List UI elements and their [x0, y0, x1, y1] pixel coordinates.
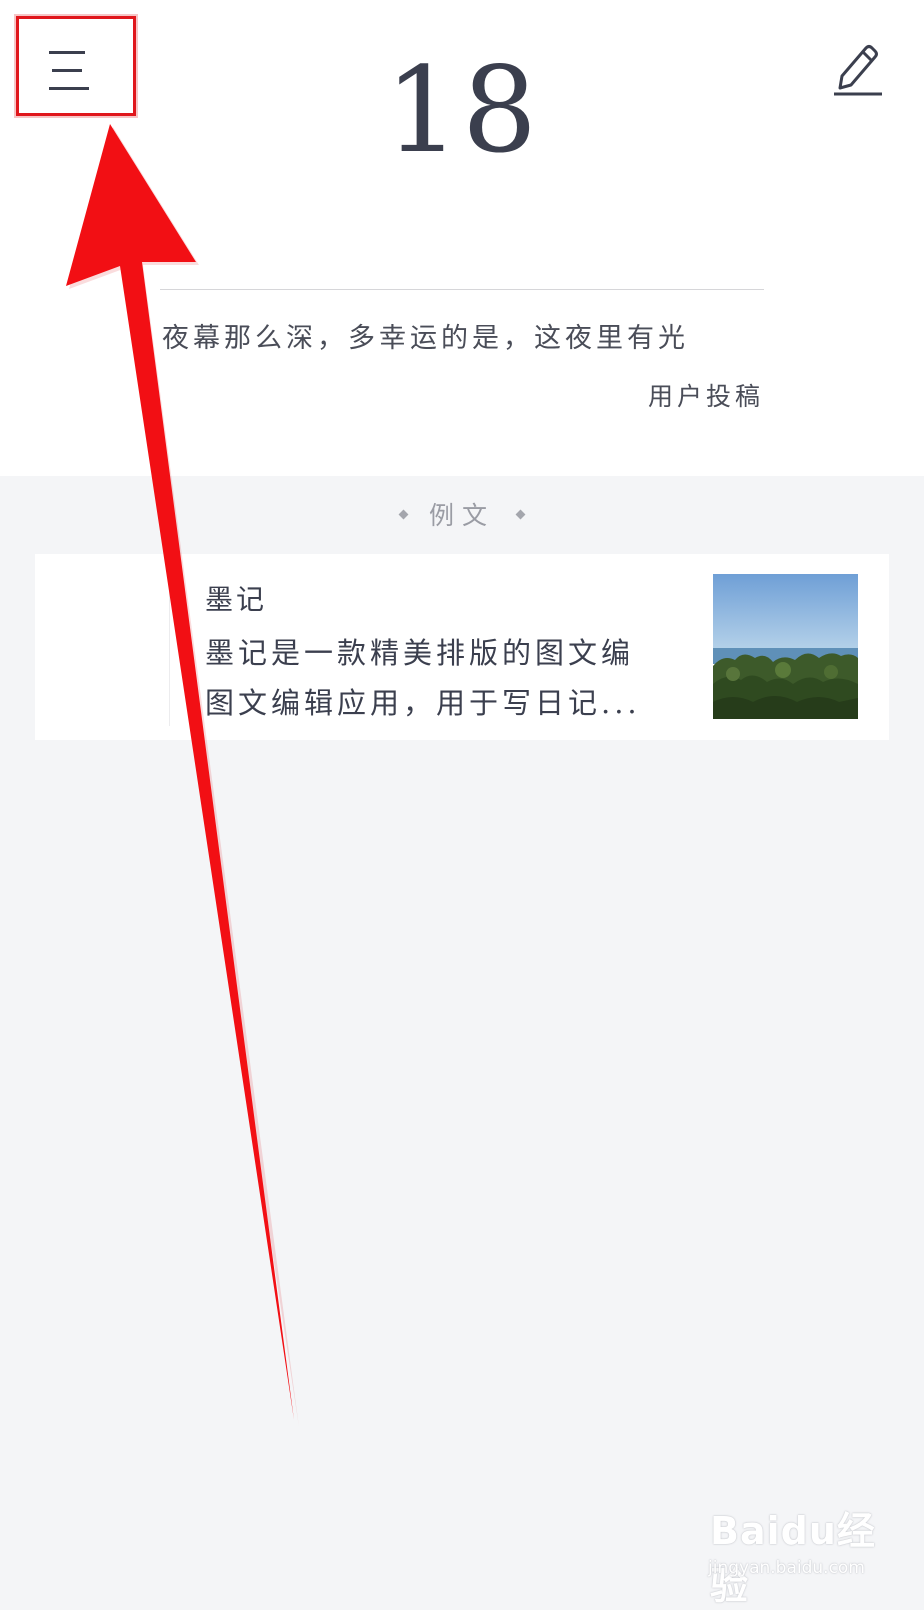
section-header: 例文 — [0, 496, 924, 532]
article-card[interactable]: 墨记 墨记是一款精美排版的图文编 图文编辑应用，用于写日记... — [35, 554, 889, 740]
article-title: 墨记 — [205, 583, 268, 616]
article-excerpt-line: 图文编辑应用，用于写日记... — [205, 686, 641, 720]
quote-divider — [160, 289, 764, 290]
section-label: 例文 — [428, 501, 495, 530]
daily-quote: 夜幕那么深，多幸运的是，这夜里有光 — [162, 323, 689, 354]
card-divider — [169, 568, 170, 726]
diamond-icon — [515, 509, 526, 519]
quote-source: 用户投稿 — [647, 382, 764, 411]
article-thumbnail — [713, 574, 858, 719]
watermark-brand: Baidu经验 — [710, 1509, 876, 1608]
day-number: 18 — [384, 41, 540, 179]
article-excerpt-line: 墨记是一款精美排版的图文编 — [205, 636, 635, 670]
hamburger-menu-icon — [49, 49, 93, 93]
seaside-landscape-photo — [713, 574, 858, 719]
diamond-icon — [398, 509, 409, 519]
watermark-url: jingyan.baidu.com — [708, 1558, 865, 1578]
header-panel: 18 夜幕那么深，多幸运的是，这夜里有光 用户投稿 — [0, 0, 924, 476]
menu-button[interactable] — [16, 16, 136, 116]
edit-button[interactable] — [832, 38, 884, 96]
baidu-jingyan-watermark: Baidu经验 jingyan.baidu.com — [706, 1500, 906, 1608]
pencil-icon — [834, 45, 882, 96]
